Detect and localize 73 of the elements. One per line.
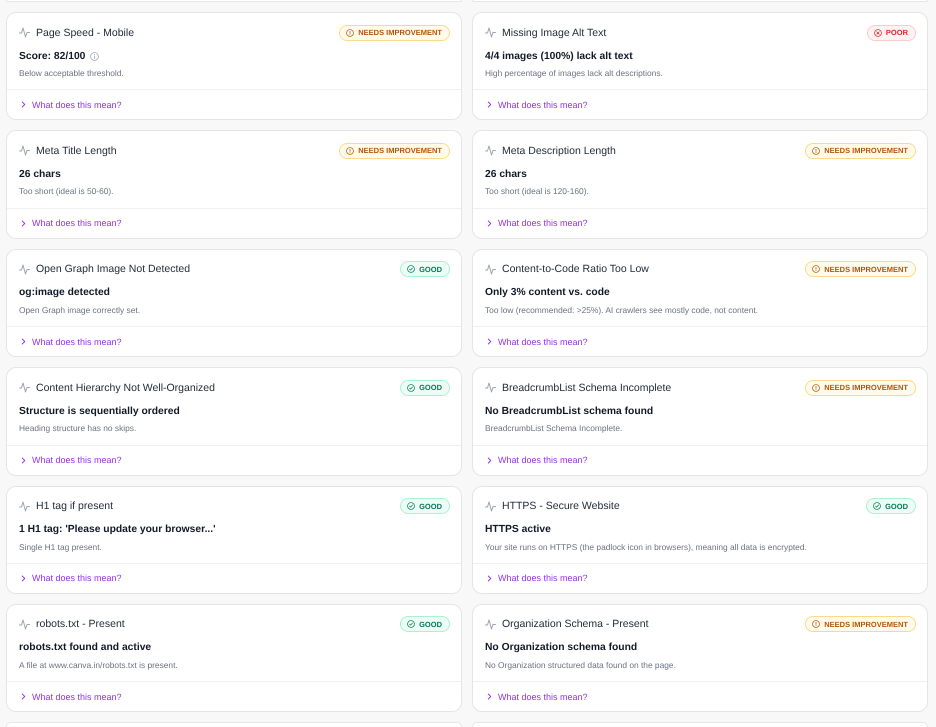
- explanation-toggle[interactable]: What does this mean?: [487, 218, 588, 228]
- explanation-toggle[interactable]: What does this mean?: [21, 455, 122, 466]
- explanation-toggle[interactable]: What does this mean?: [487, 573, 588, 584]
- metric-value: No BreadcrumbList schema found: [485, 406, 654, 417]
- metric-description: High percentage of images lack alt descriptions.: [485, 67, 664, 79]
- card-title: Content Hierarchy Not Well-Organized: [36, 382, 216, 394]
- metric-description: Single H1 tag present.: [19, 540, 103, 553]
- activity-icon: [485, 145, 496, 156]
- explanation-toggle[interactable]: What does this mean?: [21, 692, 122, 702]
- alert-circle-icon: [812, 265, 820, 274]
- alert-circle-icon: [812, 620, 820, 628]
- card-title: Organization Schema - Present: [502, 618, 650, 630]
- alert-circle-icon: [346, 146, 354, 155]
- card-title: Page Speed - Mobile: [36, 26, 136, 38]
- metric-description: Too short (ideal is 120-160).: [485, 185, 590, 198]
- explanation-toggle[interactable]: What does this mean?: [21, 336, 122, 347]
- check-circle-icon: [407, 265, 416, 274]
- card-title: Content-to-Code Ratio Too Low: [502, 263, 650, 276]
- info-icon[interactable]: [90, 52, 100, 60]
- metric-description: Too low (recommended: >25%). AI crawlers see mostly code, not content.: [485, 304, 760, 316]
- card-title: BreadcrumbList Schema Incomplete: [502, 382, 672, 394]
- card-title: Meta Description Length: [502, 144, 617, 157]
- explanation-toggle[interactable]: What does this mean?: [21, 100, 122, 110]
- metric-value: 4/4 images (100%) lack alt text: [485, 50, 633, 62]
- metric-description: Below acceptable threshold.: [19, 67, 125, 79]
- activity-icon: [485, 618, 496, 630]
- card-title: H1 tag if present: [36, 500, 114, 512]
- metric-description: BreadcrumbList Schema Incomplete.: [485, 422, 624, 434]
- explanation-toggle[interactable]: What does this mean?: [487, 100, 588, 110]
- metric-description: Too short (ideal is 50-60).: [19, 185, 114, 198]
- activity-icon: [485, 500, 496, 512]
- metric-value: robots.txt found and active: [19, 642, 152, 654]
- check-circle-icon: [407, 502, 416, 510]
- alert-circle-icon: [812, 384, 820, 392]
- check-circle-icon: [873, 502, 882, 510]
- card-title: Missing Image Alt Text: [502, 26, 608, 38]
- metric-value: 1 H1 tag: 'Please update your browser...': [19, 524, 216, 536]
- activity-icon: [485, 264, 496, 275]
- metric-value: HTTPS active: [485, 524, 551, 536]
- activity-icon: [19, 145, 30, 156]
- activity-icon: [485, 27, 496, 38]
- alert-circle-icon: [346, 28, 354, 36]
- metric-value: og:image detected: [19, 287, 110, 298]
- activity-icon: [19, 264, 30, 275]
- explanation-toggle[interactable]: What does this mean?: [487, 455, 588, 466]
- card-title: Open Graph Image Not Detected: [36, 263, 192, 276]
- metric-value: Score: 82/100: [19, 50, 86, 62]
- metric-description: A file at www.canva.in/robots.txt is present.: [19, 658, 179, 671]
- check-circle-icon: [407, 384, 416, 392]
- check-circle-icon: [407, 620, 416, 628]
- explanation-toggle[interactable]: What does this mean?: [487, 692, 588, 702]
- metric-description: Open Graph image correctly set.: [19, 304, 142, 316]
- explanation-toggle[interactable]: What does this mean?: [21, 573, 122, 584]
- metric-value: 26 chars: [485, 168, 527, 180]
- activity-icon: [19, 382, 30, 394]
- activity-icon: [19, 500, 30, 512]
- metric-description: Heading structure has no skips.: [19, 422, 138, 434]
- explanation-toggle[interactable]: What does this mean?: [21, 218, 122, 228]
- metric-description: Your site runs on HTTPS (the padlock icon in browsers), meaning all data is encrypted.: [485, 540, 808, 553]
- metric-value: 26 chars: [19, 168, 61, 180]
- x-circle-icon: [874, 28, 882, 36]
- metric-value: No Organization schema found: [485, 642, 638, 654]
- metric-value: Only 3% content vs. code: [485, 287, 610, 298]
- activity-icon: [19, 618, 30, 630]
- alert-circle-icon: [812, 146, 820, 155]
- activity-icon: [485, 382, 496, 394]
- activity-icon: [19, 27, 30, 38]
- metric-description: No Organization structured data found on the page.: [485, 658, 677, 671]
- metric-value: Structure is sequentially ordered: [19, 406, 180, 417]
- card-title: HTTPS - Secure Website: [502, 500, 621, 512]
- explanation-toggle[interactable]: What does this mean?: [487, 336, 588, 347]
- card-title: Meta Title Length: [36, 144, 118, 157]
- card-title: robots.txt - Present: [36, 618, 126, 630]
